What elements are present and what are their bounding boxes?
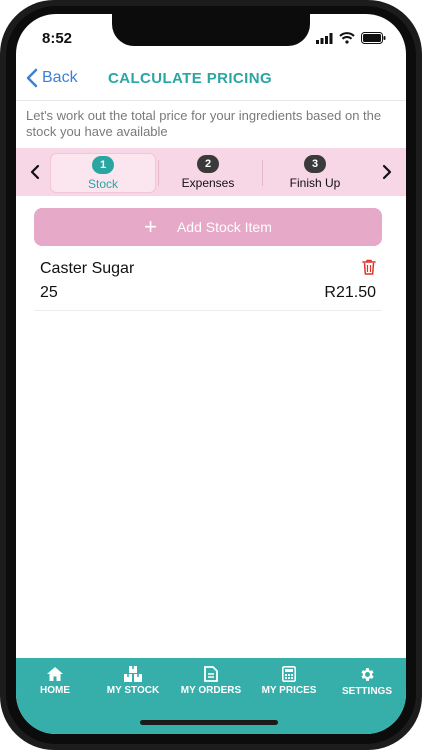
step-number-badge: 3 xyxy=(304,155,326,173)
list-item[interactable]: Caster Sugar 25 R21.50 xyxy=(34,254,382,311)
chevron-left-icon xyxy=(26,68,38,88)
stock-item-price: R21.50 xyxy=(324,284,376,301)
calculator-icon xyxy=(282,666,296,682)
step-label: Stock xyxy=(87,177,118,191)
status-time: 8:52 xyxy=(42,30,73,47)
delete-button[interactable] xyxy=(362,259,376,280)
gear-icon xyxy=(360,668,374,681)
tab-home[interactable]: HOME xyxy=(16,658,94,734)
battery-icon xyxy=(361,32,386,44)
plus-icon: + xyxy=(144,214,157,239)
stepper-prev-button[interactable] xyxy=(26,160,44,184)
notch xyxy=(112,14,310,46)
back-button[interactable]: Back xyxy=(26,68,78,88)
step-label: Expenses xyxy=(181,176,235,190)
app-screen: 8:52 Back CALCULATE PRICING Let's work o… xyxy=(16,14,406,734)
stepper-next-button[interactable] xyxy=(378,160,396,184)
tab-label: MY STOCK xyxy=(106,685,160,696)
step-expenses[interactable]: 2 Expenses xyxy=(156,153,260,191)
chevron-left-icon xyxy=(30,164,40,180)
add-stock-item-button[interactable]: + Add Stock Item xyxy=(34,208,382,246)
header-divider xyxy=(16,100,406,101)
step-label: Finish Up xyxy=(289,176,341,190)
page-title: CALCULATE PRICING xyxy=(108,70,273,87)
boxes-icon xyxy=(124,666,142,682)
add-stock-item-label: Add Stock Item xyxy=(176,219,272,235)
back-label: Back xyxy=(42,69,78,86)
step-number-badge: 2 xyxy=(197,155,219,173)
stock-item-name: Caster Sugar xyxy=(40,260,135,277)
step-indicator: 1 Stock 2 Expenses 3 Finish Up xyxy=(16,148,406,196)
intro-text: Let's work out the total price for your … xyxy=(26,108,382,139)
document-icon xyxy=(204,666,218,682)
tab-label: SETTINGS xyxy=(341,686,392,697)
step-finish-up[interactable]: 3 Finish Up xyxy=(263,153,367,191)
step-stock[interactable]: 1 Stock xyxy=(50,153,156,193)
tab-label: MY PRICES xyxy=(261,685,317,696)
home-indicator xyxy=(140,720,278,725)
tab-label: MY ORDERS xyxy=(180,685,242,696)
tab-label: HOME xyxy=(40,685,70,696)
chevron-right-icon xyxy=(382,164,392,180)
signal-icon xyxy=(316,32,333,44)
step-number-badge: 1 xyxy=(92,156,114,174)
wifi-icon xyxy=(339,32,355,44)
trash-icon xyxy=(362,259,376,275)
stock-item-quantity: 25 xyxy=(40,284,58,301)
tab-settings[interactable]: SETTINGS xyxy=(328,658,406,734)
status-icons xyxy=(316,32,386,44)
navigation-bar: Back CALCULATE PRICING xyxy=(16,64,406,100)
home-icon xyxy=(47,667,63,681)
